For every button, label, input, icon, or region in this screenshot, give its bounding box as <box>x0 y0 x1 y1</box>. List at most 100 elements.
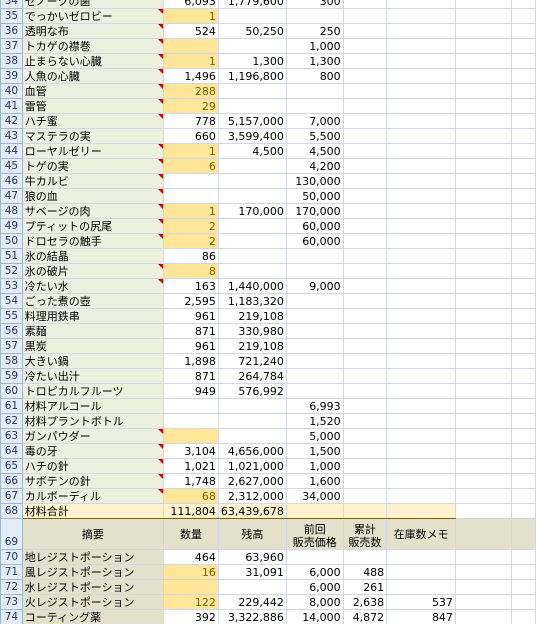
empty-cell[interactable] <box>454 98 513 114</box>
empty-cell[interactable] <box>511 218 536 234</box>
unit-price-cell[interactable]: 6,993 <box>285 398 344 414</box>
empty-cell[interactable] <box>454 128 513 144</box>
stock-value-cell[interactable]: 5,157,000 <box>217 113 287 129</box>
material-name-cell[interactable]: 毒の牙 <box>21 443 165 459</box>
empty-cell[interactable] <box>454 488 513 504</box>
empty-cell[interactable] <box>342 413 388 429</box>
empty-cell[interactable] <box>386 428 456 444</box>
material-name-cell[interactable]: 氷の結晶 <box>21 248 165 264</box>
stock-value-cell[interactable]: 2,627,000 <box>217 473 287 489</box>
empty-cell[interactable] <box>386 248 456 264</box>
quantity-cell[interactable]: 1,748 <box>163 473 219 489</box>
empty-cell[interactable] <box>386 203 456 219</box>
empty-cell[interactable] <box>454 594 513 610</box>
row-header[interactable]: 65 <box>0 458 23 474</box>
empty-cell[interactable] <box>454 579 513 595</box>
empty-cell[interactable] <box>386 113 456 129</box>
empty-cell[interactable] <box>386 263 456 279</box>
stock-value-cell[interactable] <box>217 98 287 114</box>
quantity-cell[interactable] <box>163 413 219 429</box>
row-header[interactable]: 62 <box>0 413 23 429</box>
material-name-cell[interactable]: 大きい鍋 <box>21 353 165 369</box>
unit-price-cell[interactable]: 1,000 <box>285 38 344 54</box>
unit-price-cell[interactable]: 9,000 <box>285 278 344 294</box>
material-name-cell[interactable]: トゲの実 <box>21 158 165 174</box>
unit-price-cell[interactable]: 130,000 <box>285 173 344 189</box>
empty-cell[interactable] <box>511 308 536 324</box>
quantity-cell[interactable]: 1,021 <box>163 458 219 474</box>
cumulative-sales-cell[interactable]: 261 <box>342 579 388 595</box>
quantity-cell[interactable]: 392 <box>163 609 219 624</box>
empty-cell[interactable] <box>454 188 513 204</box>
empty-cell[interactable] <box>511 188 536 204</box>
unit-price-cell[interactable] <box>285 98 344 114</box>
quantity-cell[interactable] <box>163 188 219 204</box>
empty-cell[interactable] <box>511 53 536 69</box>
stock-value-cell[interactable] <box>217 263 287 279</box>
quantity-cell[interactable]: 2,595 <box>163 293 219 309</box>
empty-cell[interactable] <box>342 383 388 399</box>
empty-cell[interactable] <box>511 68 536 84</box>
quantity-cell[interactable]: 1,496 <box>163 68 219 84</box>
unit-price-cell[interactable] <box>285 293 344 309</box>
empty-cell[interactable] <box>386 218 456 234</box>
empty-cell[interactable] <box>511 323 536 339</box>
quantity-cell[interactable]: 288 <box>163 83 219 99</box>
cumulative-sales-cell[interactable]: 488 <box>342 564 388 580</box>
row-header[interactable]: 55 <box>0 308 23 324</box>
empty-cell[interactable] <box>511 398 536 414</box>
row-header[interactable]: 69 <box>0 518 23 550</box>
material-name-cell[interactable]: 冷たい出汁 <box>21 368 165 384</box>
quantity-cell[interactable]: 1 <box>163 53 219 69</box>
row-header[interactable]: 44 <box>0 143 23 159</box>
row-header[interactable]: 50 <box>0 233 23 249</box>
empty-cell[interactable] <box>511 609 536 624</box>
empty-cell[interactable] <box>511 338 536 354</box>
empty-cell[interactable] <box>454 383 513 399</box>
empty-cell[interactable] <box>386 173 456 189</box>
stock-value-cell[interactable] <box>217 38 287 54</box>
empty-cell[interactable] <box>342 173 388 189</box>
stock-value-cell[interactable]: 50,250 <box>217 23 287 39</box>
quantity-cell[interactable] <box>163 38 219 54</box>
empty-cell[interactable] <box>454 443 513 459</box>
empty-cell[interactable] <box>342 473 388 489</box>
material-name-cell[interactable]: マステラの実 <box>21 128 165 144</box>
empty-cell[interactable] <box>454 308 513 324</box>
stock-value-cell[interactable]: 576,992 <box>217 383 287 399</box>
quantity-cell[interactable]: 949 <box>163 383 219 399</box>
balance-cell[interactable]: 229,442 <box>217 594 287 610</box>
unit-price-cell[interactable]: 1,500 <box>285 443 344 459</box>
material-name-cell[interactable]: 狼の血 <box>21 188 165 204</box>
empty-cell[interactable] <box>342 158 388 174</box>
empty-cell[interactable] <box>342 248 388 264</box>
stock-value-cell[interactable]: 1,021,000 <box>217 458 287 474</box>
unit-price-cell[interactable] <box>285 83 344 99</box>
empty-cell[interactable] <box>511 113 536 129</box>
stock-value-cell[interactable] <box>217 173 287 189</box>
empty-cell[interactable] <box>342 278 388 294</box>
empty-cell[interactable] <box>511 549 536 565</box>
stock-value-cell[interactable]: 721,240 <box>217 353 287 369</box>
empty-cell[interactable] <box>342 23 388 39</box>
unit-price-cell[interactable]: 4,200 <box>285 158 344 174</box>
cumulative-sales-cell[interactable]: 2,638 <box>342 594 388 610</box>
empty-cell[interactable] <box>386 338 456 354</box>
empty-cell[interactable] <box>386 188 456 204</box>
empty-cell[interactable] <box>342 368 388 384</box>
unit-price-cell[interactable] <box>285 248 344 264</box>
empty-cell[interactable] <box>511 368 536 384</box>
product-name-cell[interactable]: 水レジストポーション <box>21 579 165 595</box>
empty-cell[interactable] <box>386 38 456 54</box>
empty-cell[interactable] <box>511 128 536 144</box>
stock-value-cell[interactable] <box>217 8 287 24</box>
empty-cell[interactable] <box>342 308 388 324</box>
row-header[interactable]: 74 <box>0 609 23 624</box>
row-header[interactable]: 61 <box>0 398 23 414</box>
empty-cell[interactable] <box>511 594 536 610</box>
quantity-cell[interactable]: 778 <box>163 113 219 129</box>
empty-cell[interactable] <box>511 0 536 9</box>
quantity-cell[interactable]: 2 <box>163 233 219 249</box>
row-header[interactable]: 37 <box>0 38 23 54</box>
quantity-cell[interactable]: 961 <box>163 338 219 354</box>
